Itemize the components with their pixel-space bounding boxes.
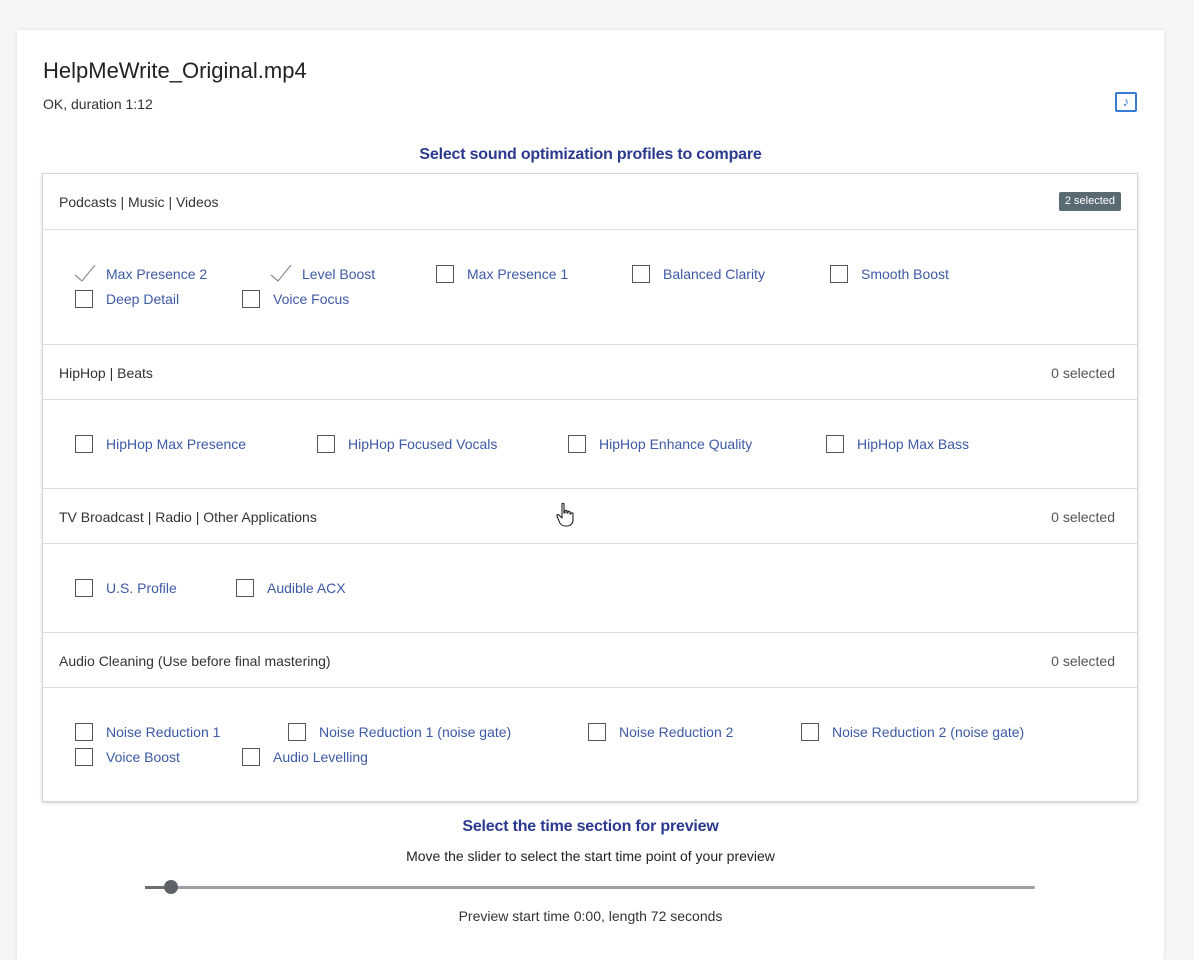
- checkmark-icon[interactable]: [73, 261, 97, 283]
- option-smooth-boost[interactable]: Smooth Boost: [830, 264, 1010, 284]
- checkbox[interactable]: [75, 579, 93, 597]
- option-hiphop-max-bass[interactable]: HipHop Max Bass: [826, 434, 1026, 454]
- option-label: Level Boost: [302, 266, 376, 282]
- group-header-audio-cleaning[interactable]: Audio Cleaning (Use before final masteri…: [43, 632, 1137, 688]
- option-label: Noise Reduction 1 (noise gate): [319, 724, 512, 740]
- selected-count: 0 selected: [1051, 653, 1115, 669]
- selected-count-badge: 2 selected: [1058, 192, 1121, 211]
- hand-pointer-cursor-icon: [556, 502, 574, 527]
- option-label: HipHop Enhance Quality: [599, 436, 753, 452]
- option-label: Balanced Clarity: [663, 266, 765, 282]
- option-deep-detail[interactable]: Deep Detail: [75, 289, 225, 309]
- option-label: Audible ACX: [267, 580, 346, 596]
- option-level-boost[interactable]: Level Boost: [269, 261, 421, 284]
- option-label: HipHop Focused Vocals: [348, 436, 498, 452]
- option-label: HipHop Max Bass: [857, 436, 970, 452]
- checkbox[interactable]: [75, 290, 93, 308]
- option-hiphop-enhance-quality[interactable]: HipHop Enhance Quality: [568, 434, 808, 454]
- option-max-presence-1[interactable]: Max Presence 1: [436, 264, 616, 284]
- file-name: HelpMeWrite_Original.mp4: [43, 58, 307, 83]
- option-voice-boost[interactable]: Voice Boost: [75, 747, 225, 767]
- checkbox[interactable]: [830, 265, 848, 283]
- option-label: U.S. Profile: [106, 580, 177, 596]
- option-noise-reduction-2-gate[interactable]: Noise Reduction 2 (noise gate): [801, 722, 1091, 742]
- main-card: HelpMeWrite_Original.mp4 OK, duration 1:…: [17, 30, 1164, 960]
- checkbox[interactable]: [588, 723, 606, 741]
- selected-count: 0 selected: [1051, 509, 1115, 525]
- option-label: Audio Levelling: [273, 749, 368, 765]
- option-us-profile[interactable]: U.S. Profile: [75, 578, 225, 598]
- checkmark-icon[interactable]: [269, 261, 293, 283]
- music-note-icon[interactable]: ♪: [1115, 92, 1137, 112]
- option-label: Noise Reduction 1: [106, 724, 221, 740]
- profiles-panel: Podcasts | Music | Videos 2 selected Max…: [42, 173, 1138, 802]
- checkbox[interactable]: [317, 435, 335, 453]
- preview-heading: Select the time section for preview: [462, 818, 719, 835]
- option-label: Deep Detail: [106, 291, 180, 307]
- checkbox[interactable]: [75, 723, 93, 741]
- checkbox[interactable]: [242, 748, 260, 766]
- option-audio-levelling[interactable]: Audio Levelling: [242, 747, 412, 767]
- option-label: Voice Focus: [273, 291, 350, 307]
- option-label: Max Presence 1: [467, 266, 569, 282]
- file-status: OK, duration 1:12: [43, 96, 153, 112]
- preview-status: Preview start time 0:00, length 72 secon…: [458, 908, 723, 924]
- group-title: Podcasts | Music | Videos: [59, 194, 219, 210]
- option-balanced-clarity[interactable]: Balanced Clarity: [632, 264, 812, 284]
- option-noise-reduction-1[interactable]: Noise Reduction 1: [75, 722, 265, 742]
- slider-thumb[interactable]: [164, 880, 178, 894]
- slider-track[interactable]: [145, 886, 1035, 889]
- checkbox[interactable]: [75, 435, 93, 453]
- checkbox[interactable]: [75, 748, 93, 766]
- preview-start-slider[interactable]: [145, 879, 1035, 895]
- group-title: TV Broadcast | Radio | Other Application…: [59, 509, 317, 525]
- option-label: Noise Reduction 2: [619, 724, 734, 740]
- option-label: Noise Reduction 2 (noise gate): [832, 724, 1025, 740]
- checkbox[interactable]: [568, 435, 586, 453]
- option-label: Voice Boost: [106, 749, 180, 765]
- checkbox[interactable]: [632, 265, 650, 283]
- option-max-presence-2[interactable]: Max Presence 2: [73, 261, 255, 284]
- group-header-hiphop[interactable]: HipHop | Beats 0 selected: [43, 344, 1137, 400]
- option-audible-acx[interactable]: Audible ACX: [236, 578, 386, 598]
- option-label: Smooth Boost: [861, 266, 949, 282]
- selected-count: 0 selected: [1051, 365, 1115, 381]
- option-label: Max Presence 2: [106, 266, 208, 282]
- option-voice-focus[interactable]: Voice Focus: [242, 289, 392, 309]
- checkbox[interactable]: [436, 265, 454, 283]
- group-title: HipHop | Beats: [59, 365, 153, 381]
- profiles-heading: Select sound optimization profiles to co…: [419, 146, 762, 163]
- preview-instructions: Move the slider to select the start time…: [406, 848, 775, 864]
- option-label: HipHop Max Presence: [106, 436, 247, 452]
- checkbox[interactable]: [236, 579, 254, 597]
- group-title: Audio Cleaning (Use before final masteri…: [59, 653, 331, 669]
- group-header-tv-broadcast[interactable]: TV Broadcast | Radio | Other Application…: [43, 488, 1137, 544]
- group-header-podcasts[interactable]: Podcasts | Music | Videos 2 selected: [43, 174, 1137, 230]
- option-noise-reduction-1-gate[interactable]: Noise Reduction 1 (noise gate): [288, 722, 558, 742]
- option-hiphop-focused-vocals[interactable]: HipHop Focused Vocals: [317, 434, 547, 454]
- option-hiphop-max-presence[interactable]: HipHop Max Presence: [75, 434, 295, 454]
- checkbox[interactable]: [826, 435, 844, 453]
- option-noise-reduction-2[interactable]: Noise Reduction 2: [588, 722, 788, 742]
- checkbox[interactable]: [242, 290, 260, 308]
- checkbox[interactable]: [288, 723, 306, 741]
- checkbox[interactable]: [801, 723, 819, 741]
